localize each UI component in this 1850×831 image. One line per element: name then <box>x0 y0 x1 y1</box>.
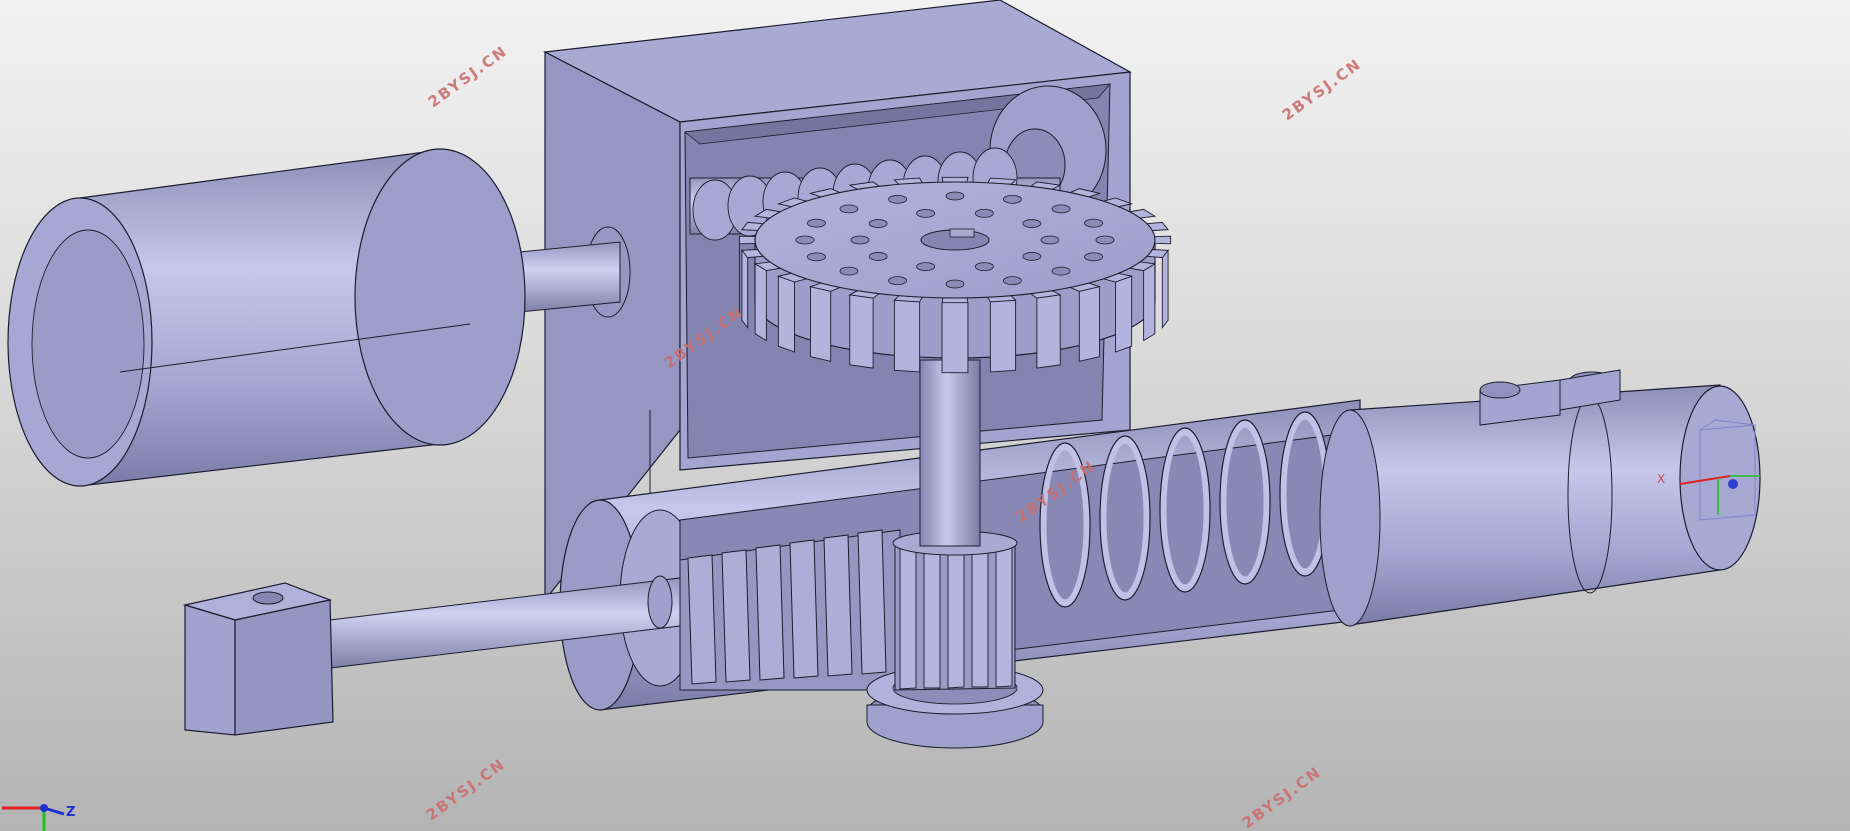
output-shaft[interactable] <box>919 359 981 547</box>
wheel-hole <box>1003 194 1022 204</box>
wheel-hole <box>1051 204 1071 214</box>
wheel-hole <box>1095 235 1115 245</box>
wheel-hole <box>916 208 936 218</box>
wheel-tooth <box>941 176 969 183</box>
wheel-hole <box>839 204 859 214</box>
wheel-hole <box>1084 252 1103 262</box>
rod-end-block[interactable] <box>182 582 334 736</box>
axis-z-label: Z <box>66 805 76 820</box>
wheel-hole <box>807 252 826 262</box>
cad-3d-viewport[interactable]: 2BYSJ.CN 2BYSJ.CN 2BYSJ.CN 2BYSJ.CN 2BYS… <box>0 0 1850 831</box>
wheel-hole <box>1051 266 1071 276</box>
view-cube-x-label: X <box>1657 472 1666 486</box>
wheel-hole <box>916 262 936 272</box>
pinion-gear[interactable] <box>892 530 1018 691</box>
wheel-hole <box>945 279 965 289</box>
wheel-hole <box>1022 252 1042 261</box>
wheel-hole <box>1040 235 1060 245</box>
wheel-hole <box>1084 218 1103 228</box>
wheel-hole <box>974 208 994 218</box>
wheel-tooth <box>893 295 924 373</box>
wheel-hole <box>888 194 907 204</box>
wheel-tooth <box>1154 235 1172 245</box>
wheel-hole <box>868 252 888 261</box>
motor-cylinder[interactable] <box>7 148 621 487</box>
wheel-hole <box>807 218 826 228</box>
wheel-hole <box>945 191 965 201</box>
wheel-hole <box>888 276 907 286</box>
axis-triad <box>2 804 65 831</box>
wheel-hole <box>974 262 994 272</box>
end-cap-cylinder[interactable] <box>1319 369 1761 627</box>
wheel-tooth <box>941 297 969 374</box>
gear-rack-actuator-model[interactable] <box>0 0 1850 831</box>
wheel-hole <box>850 235 870 245</box>
wheel-hole <box>839 266 859 276</box>
wheel-hole <box>1022 219 1042 228</box>
wheel-tooth <box>986 295 1017 373</box>
wheel-hole <box>868 219 888 228</box>
wheel-hole <box>795 235 815 245</box>
wheel-hole <box>1003 276 1022 286</box>
